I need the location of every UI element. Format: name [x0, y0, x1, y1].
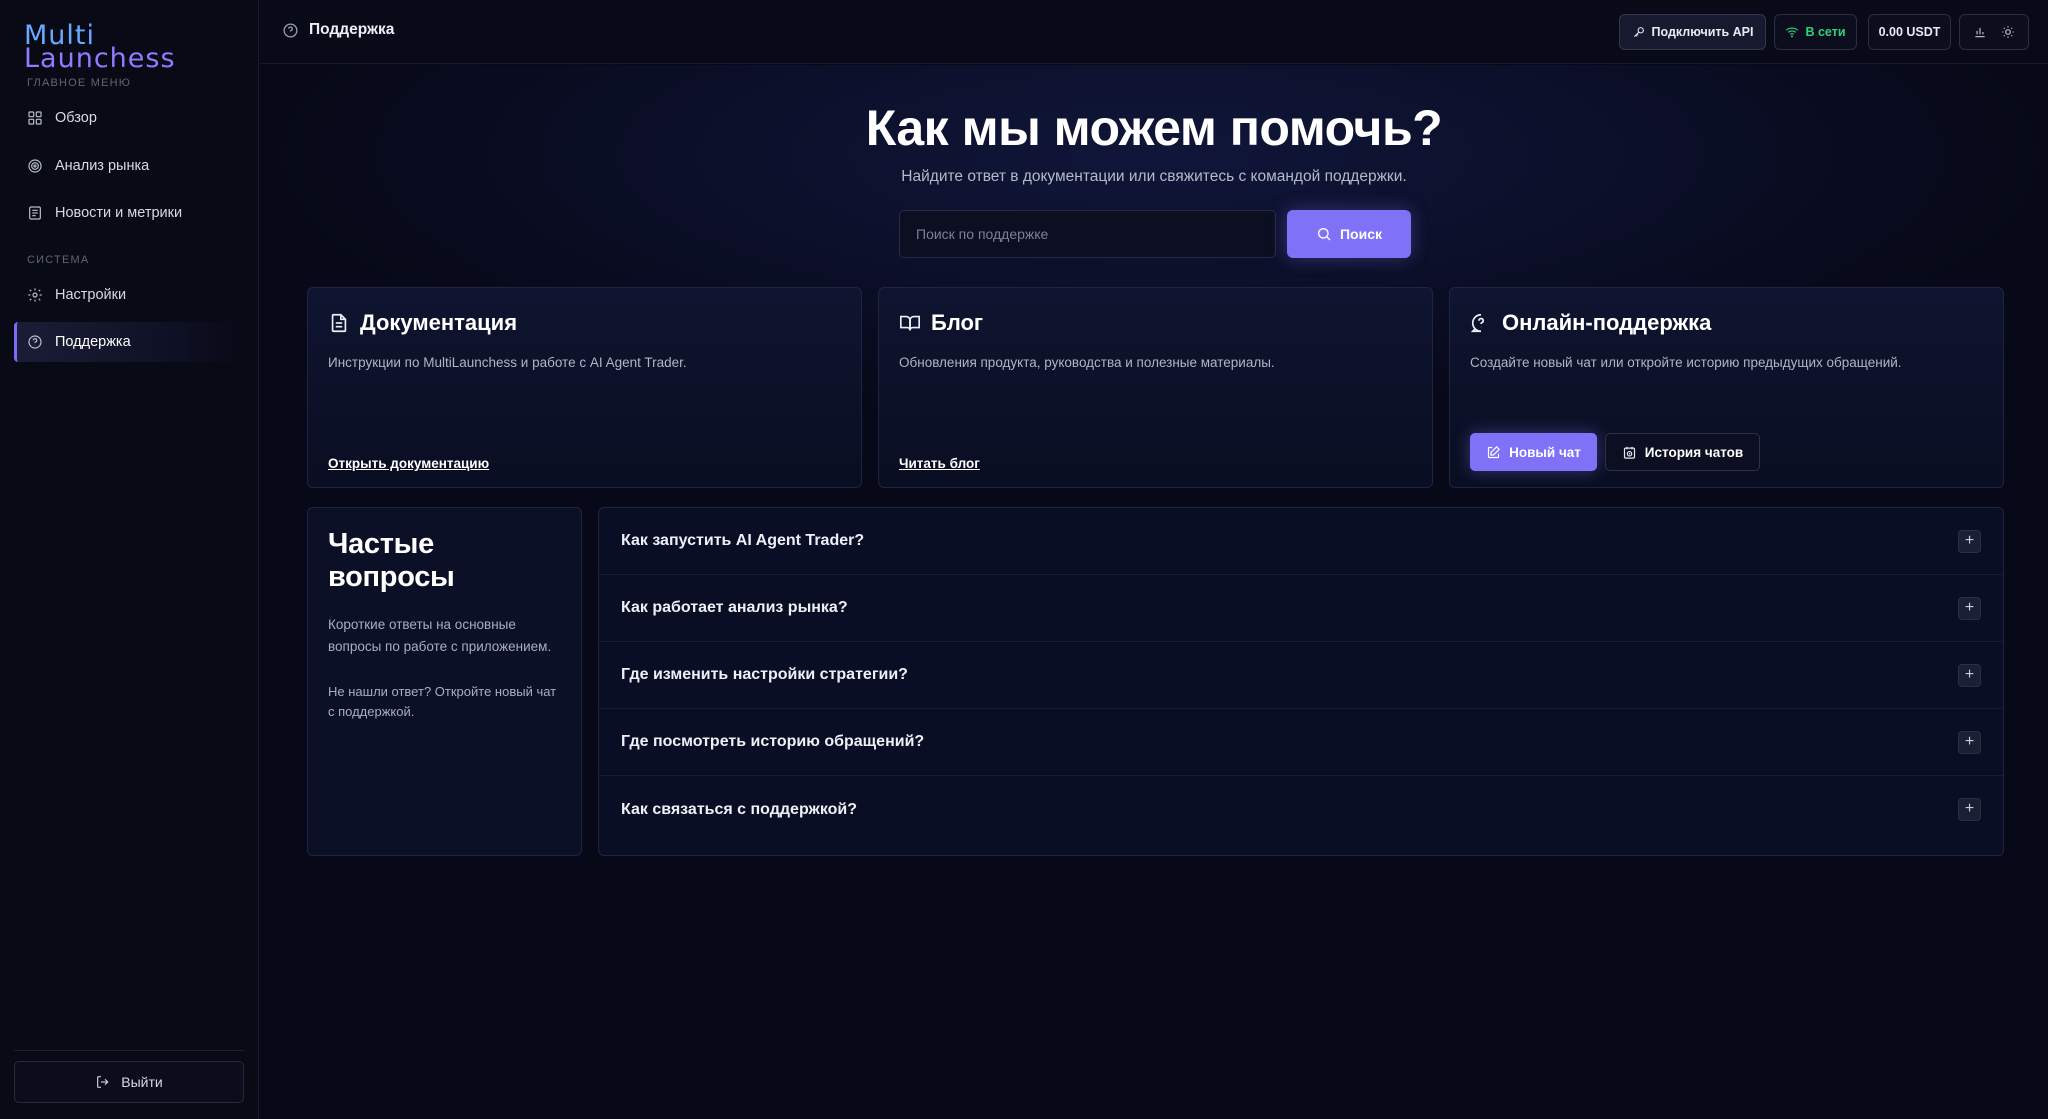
chat-help-icon [1470, 313, 1485, 333]
online-support-card-title-text: Онлайн-поддержка [1502, 310, 1712, 335]
help-circle-icon [28, 335, 42, 349]
docs-card-title-text: Документация [360, 310, 518, 335]
online-status-label: В сети [1805, 25, 1846, 39]
faq-description: Короткие ответы на основные вопросы по р… [328, 617, 552, 655]
breadcrumb: Поддержка [282, 21, 394, 39]
logout-button[interactable]: Выйти [14, 1061, 244, 1103]
sun-icon[interactable] [2001, 25, 2015, 39]
sidebar-item-news[interactable]: Новости и метрики [14, 193, 244, 233]
faq-question: Как работает анализ рынка? [621, 599, 848, 616]
sidebar-item-label: Настройки [55, 287, 127, 303]
target-icon [28, 159, 42, 173]
search-icon [1317, 228, 1331, 241]
bar-chart-icon[interactable] [1973, 25, 1987, 39]
faq-note: Не нашли ответ? Откройте новый чат с под… [328, 684, 557, 720]
help-circle-icon [283, 22, 298, 38]
connect-api-label: Подключить API [1651, 25, 1754, 39]
online-support-card-title: Онлайн-поддержка [1470, 310, 1711, 336]
open-docs-link[interactable]: Открыть документацию [328, 456, 489, 471]
faq-intro-card: Частые вопросы Короткие ответы на основн… [307, 507, 582, 856]
faq-title: Частые вопросы [328, 528, 455, 593]
plus-icon[interactable]: + [1958, 798, 1981, 821]
balance-display: 0.00 USDT [1868, 14, 1951, 50]
sidebar-item-settings[interactable]: Настройки [14, 275, 244, 315]
new-chat-label: Новый чат [1509, 444, 1581, 460]
grid-icon [28, 111, 42, 125]
topbar: Поддержка Подключить API В сети 0.00 USD… [260, 0, 2048, 64]
gear-icon [28, 288, 42, 302]
new-chat-button[interactable]: Новый чат [1470, 433, 1597, 471]
chat-history-label: История чатов [1644, 444, 1744, 460]
online-support-card: Онлайн-поддержка Создайте новый чат или … [1449, 287, 2004, 488]
plus-icon[interactable]: + [1958, 664, 1981, 687]
plus-icon[interactable]: + [1958, 731, 1981, 754]
page-title: Поддержка [309, 21, 395, 38]
document-icon [331, 313, 347, 333]
nav-section-main: ГЛАВНОЕ МЕНЮ [27, 77, 132, 89]
sidebar-item-label: Обзор [55, 110, 97, 126]
sidebar-item-overview[interactable]: Обзор [14, 98, 244, 138]
sidebar-divider [14, 1050, 244, 1051]
logo[interactable]: Multi Launchess [24, 22, 176, 72]
book-open-icon [900, 315, 920, 331]
search-button-label: Поиск [1339, 226, 1382, 242]
edit-icon [1487, 445, 1501, 458]
docs-card-title: Документация [328, 310, 517, 336]
newspaper-icon [29, 206, 41, 220]
faq-question: Как связаться с поддержкой? [621, 800, 858, 818]
logout-label: Выйти [121, 1074, 163, 1090]
sidebar: Multi Launchess ГЛАВНОЕ МЕНЮ Обзор Анали… [0, 0, 259, 1119]
online-support-card-description: Создайте новый чат или откройте историю … [1470, 355, 1902, 370]
topbar-icon-group [1959, 14, 2029, 50]
faq-item[interactable]: Как запустить AI Agent Trader? + [599, 508, 2003, 575]
sidebar-item-label: Новости и метрики [55, 205, 183, 221]
plus-icon[interactable]: + [1958, 530, 1981, 553]
read-blog-link[interactable]: Читать блог [899, 456, 980, 471]
wifi-icon [1786, 27, 1799, 38]
faq-item[interactable]: Как работает анализ рынка? + [599, 575, 2003, 642]
balance-label: 0.00 USDT [1878, 25, 1941, 39]
sidebar-item-support[interactable]: Поддержка [14, 322, 244, 362]
faq-question: Где изменить настройки стратегии? [621, 666, 908, 683]
key-icon [1633, 27, 1644, 38]
hero-subtitle: Найдите ответ в документации или свяжите… [901, 168, 1407, 185]
faq-item[interactable]: Как связаться с поддержкой? + [599, 776, 2003, 843]
faq-accordion: Как запустить AI Agent Trader? + Как раб… [598, 507, 2004, 856]
logo-text-bottom: Launchess [24, 43, 176, 74]
main-content: Как мы можем помочь? Найдите ответ в док… [260, 65, 2048, 1119]
faq-question: Где посмотреть историю обращений? [621, 733, 925, 750]
sidebar-item-label: Поддержка [55, 334, 131, 350]
docs-card: Документация Инструкции по MultiLaunches… [307, 287, 862, 488]
history-icon [1623, 446, 1635, 459]
connect-api-button[interactable]: Подключить API [1619, 14, 1766, 50]
blog-card: Блог Обновления продукта, руководства и … [878, 287, 1433, 488]
chat-history-button[interactable]: История чатов [1605, 433, 1760, 471]
sidebar-item-label: Анализ рынка [55, 158, 150, 174]
plus-icon[interactable]: + [1958, 597, 1981, 620]
blog-card-description: Обновления продукта, руководства и полез… [899, 355, 1275, 370]
nav-section-system: СИСТЕМА [27, 254, 90, 266]
online-status-badge: В сети [1774, 14, 1857, 50]
faq-question: Как запустить AI Agent Trader? [621, 532, 865, 549]
sidebar-item-market-analysis[interactable]: Анализ рынка [14, 146, 244, 186]
support-search-input[interactable] [899, 210, 1276, 258]
faq-item[interactable]: Где изменить настройки стратегии? + [599, 642, 2003, 709]
faq-item[interactable]: Где посмотреть историю обращений? + [599, 709, 2003, 776]
docs-card-description: Инструкции по MultiLaunchess и работе с … [328, 355, 687, 370]
blog-card-title: Блог [899, 310, 983, 336]
blog-card-title-text: Блог [931, 310, 984, 335]
hero-title: Как мы можем помочь? [865, 100, 1443, 156]
logout-icon [97, 1076, 109, 1088]
search-button[interactable]: Поиск [1287, 210, 1411, 258]
